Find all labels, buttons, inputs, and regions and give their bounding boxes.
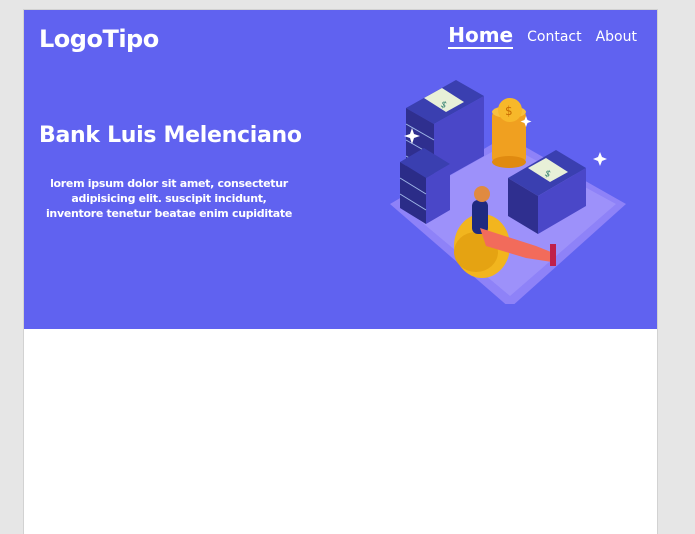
nav-contact-link[interactable]: Contact (527, 29, 581, 49)
logo[interactable]: LogoTipo (39, 25, 159, 53)
hero-section: LogoTipo Home Contact About Bank Luis Me… (24, 10, 657, 329)
svg-text:$: $ (505, 104, 513, 118)
nav-about-link[interactable]: About (596, 29, 637, 49)
hero-description: lorem ipsum dolor sit amet, consectetur … (45, 177, 293, 220)
hero-title: Bank Luis Melenciano (39, 123, 302, 148)
page-frame: LogoTipo Home Contact About Bank Luis Me… (23, 9, 658, 534)
main-nav: Home Contact About (448, 24, 637, 49)
money-stack-front-left-icon (399, 148, 450, 224)
sparkle-icon (593, 152, 607, 166)
money-illustration: $ $ $ (390, 80, 626, 304)
nav-home-link[interactable]: Home (448, 24, 514, 49)
coin-stack-icon: $ (492, 98, 526, 168)
